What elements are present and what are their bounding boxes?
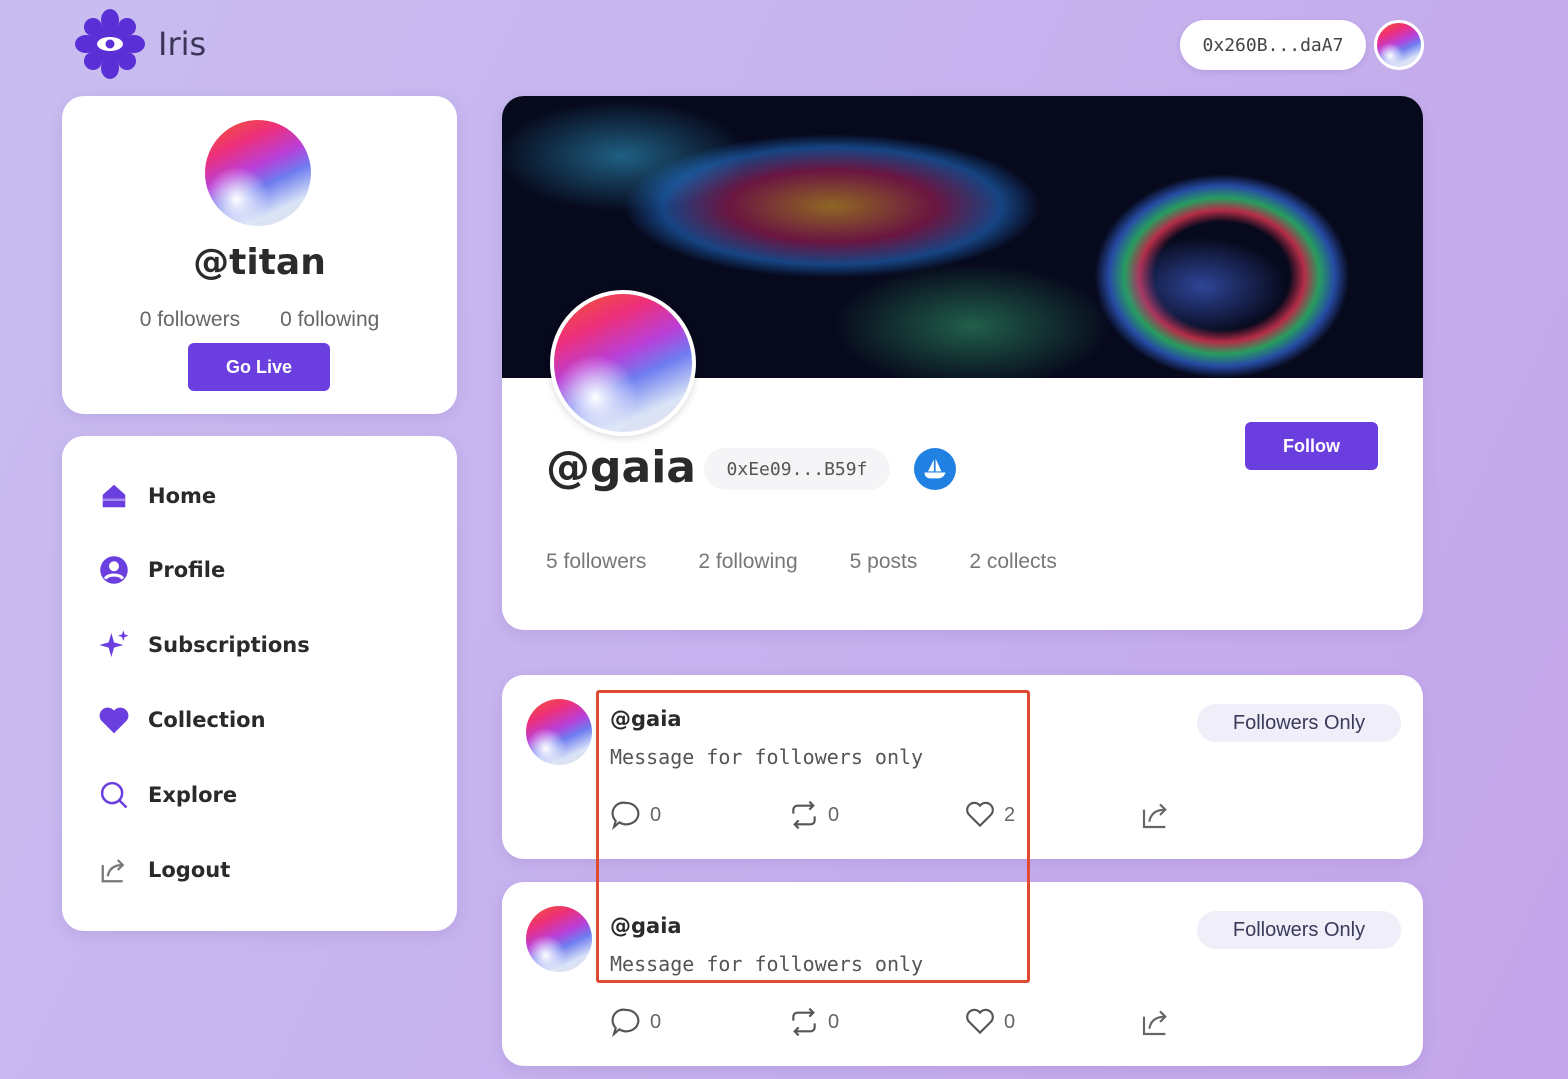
comment-button[interactable]: 0 [610,799,661,831]
mirror-icon [792,1007,816,1037]
like-count: 0 [1004,1010,1016,1033]
go-live-button[interactable]: Go Live [188,343,330,391]
post-message: Message for followers only [610,952,924,976]
sidebar-item-label: Explore [148,783,238,807]
post-avatar[interactable] [526,906,592,972]
mirror-button[interactable]: 0 [788,1006,839,1038]
user-handle: @titan [193,242,326,283]
mirror-button[interactable]: 0 [788,799,839,831]
sidebar-item-explore[interactable]: Explore [98,779,237,811]
profile-card: @gaia 0xEe09...B59f Follow 5 followers 2… [502,96,1423,630]
sidebar-item-subscriptions[interactable]: Subscriptions [98,629,310,661]
followers-only-badge: Followers Only [1197,911,1401,949]
post-card: @gaia Message for followers only Followe… [502,675,1423,859]
heart-outline-icon [966,801,994,828]
comment-icon [611,801,640,831]
mirror-count: 0 [828,803,840,826]
sidebar-item-collection[interactable]: Collection [98,704,266,736]
user-icon [98,554,130,586]
search-icon [98,779,130,811]
like-button[interactable]: 0 [964,1006,1015,1038]
sidebar-item-label: Collection [148,708,266,732]
wallet-address-button[interactable]: 0x260B...daA7 [1180,20,1366,70]
opensea-icon[interactable] [914,448,956,490]
like-count: 2 [1004,803,1016,826]
logout-icon [98,854,130,886]
profile-address[interactable]: 0xEe09...B59f [704,448,890,490]
profile-avatar[interactable] [550,290,696,436]
sidebar-item-label: Subscriptions [148,633,310,657]
user-profile-card: @titan 0 followers 0 following Go Live [62,96,457,414]
followers-only-badge: Followers Only [1197,704,1401,742]
profile-posts-count[interactable]: 5 posts [850,550,918,574]
sidebar-item-label: Logout [148,858,231,882]
profile-collects-count[interactable]: 2 collects [969,550,1057,574]
post-message: Message for followers only [610,745,924,769]
app-name: Iris [158,25,207,63]
profile-followers-count[interactable]: 5 followers [546,550,646,574]
post-author-handle[interactable]: @gaia [610,707,682,731]
comment-count: 0 [650,1010,662,1033]
sparkle-icon [98,629,130,661]
post-card: @gaia Message for followers only Followe… [502,882,1423,1066]
user-stats: 0 followers 0 following [62,308,457,332]
user-avatar[interactable] [205,120,311,226]
follow-button[interactable]: Follow [1245,422,1378,470]
mirror-count: 0 [828,1010,840,1033]
sidebar-item-label: Profile [148,558,226,582]
profile-following-count[interactable]: 2 following [698,550,797,574]
sidebar-item-profile[interactable]: Profile [98,554,225,586]
iris-logo-icon [75,9,145,79]
home-icon [98,480,130,512]
share-button[interactable] [1140,799,1172,831]
heart-icon [98,704,130,736]
sidebar-item-logout[interactable]: Logout [98,854,230,886]
mirror-icon [792,800,816,830]
share-button[interactable] [1140,1006,1172,1038]
comment-icon [611,1008,640,1038]
comment-button[interactable]: 0 [610,1006,661,1038]
profile-handle: @gaia [546,442,696,493]
heart-outline-icon [966,1008,994,1035]
sidebar-nav: Home Profile Subscriptions Collection Ex… [62,436,457,931]
sidebar-item-home[interactable]: Home [98,480,216,512]
profile-stats: 5 followers 2 following 5 posts 2 collec… [546,550,1109,574]
like-button[interactable]: 2 [964,799,1015,831]
share-icon [1142,1010,1167,1036]
post-author-handle[interactable]: @gaia [610,914,682,938]
post-avatar[interactable] [526,699,592,765]
comment-count: 0 [650,803,662,826]
sidebar-item-label: Home [148,484,217,508]
user-following-count[interactable]: 0 following [280,308,379,332]
app-logo[interactable]: Iris [74,8,206,80]
header-avatar[interactable] [1374,20,1424,70]
user-followers-count[interactable]: 0 followers [140,308,240,332]
share-icon [1142,803,1167,829]
